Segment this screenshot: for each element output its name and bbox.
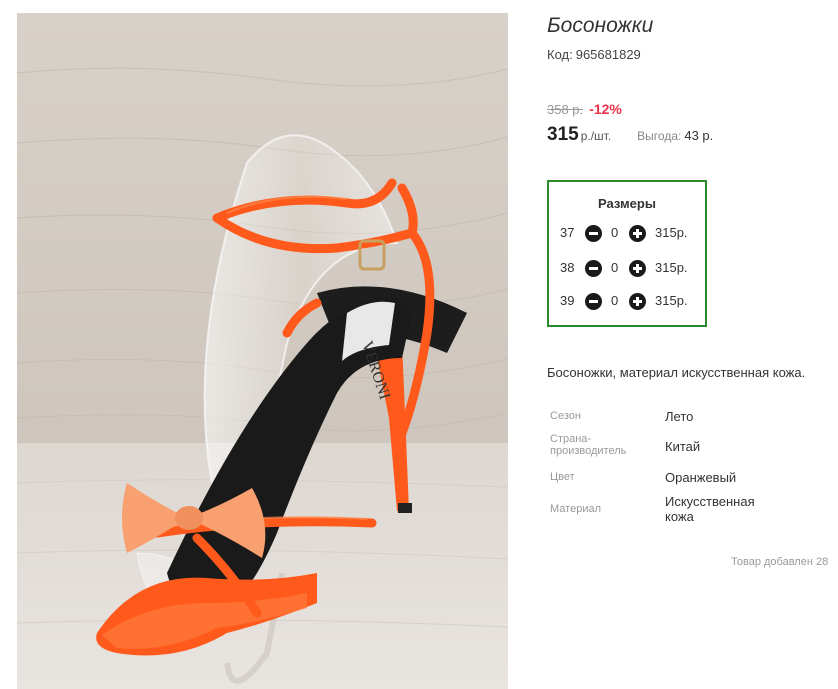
size-label: 37 — [560, 225, 575, 240]
plus-circle-icon[interactable] — [629, 225, 646, 242]
size-label: 38 — [560, 260, 575, 275]
property-label: Страна-производитель — [550, 433, 627, 457]
property-value: Лето — [665, 409, 694, 424]
product-description: Босоножки, материал искусственная кожа. — [547, 365, 806, 380]
product-image[interactable]: VERONI — [17, 13, 508, 689]
product-code-label: Код: — [547, 47, 573, 62]
discount-badge: -12% — [589, 101, 622, 117]
minus-circle-icon[interactable] — [585, 225, 602, 242]
old-price: 358 р. — [547, 102, 584, 117]
current-price: 315 — [547, 124, 579, 145]
size-row-38: 38 0 315р. — [549, 258, 705, 278]
plus-circle-icon[interactable] — [629, 260, 646, 277]
sizes-panel: Размеры 37 0 315р. 38 0 315р. 39 0 315р. — [547, 180, 707, 327]
old-price-row: 358 р. -12% — [547, 101, 622, 117]
minus-circle-icon[interactable] — [585, 293, 602, 310]
benefit-label: Выгода: — [637, 129, 682, 143]
benefit-value: 43 р. — [684, 128, 714, 143]
product-code: Код: 965681829 — [547, 47, 641, 62]
product-title: Босоножки — [547, 14, 654, 37]
size-price: 315р. — [655, 293, 688, 308]
size-price: 315р. — [655, 225, 688, 240]
property-value: Искусственная кожа — [665, 494, 755, 524]
property-value: Китай — [665, 439, 701, 454]
minus-circle-icon[interactable] — [585, 260, 602, 277]
property-label: Цвет — [550, 471, 575, 483]
size-quantity: 0 — [611, 293, 619, 308]
size-label: 39 — [560, 293, 575, 308]
size-quantity: 0 — [611, 260, 619, 275]
product-code-value: 965681829 — [575, 47, 641, 62]
size-price: 315р. — [655, 260, 688, 275]
price-unit: р./шт. — [580, 129, 612, 143]
sizes-title: Размеры — [598, 196, 656, 211]
added-date: Товар добавлен 28 — [731, 556, 829, 568]
size-row-39: 39 0 315р. — [549, 291, 705, 311]
property-label: Материал — [550, 503, 601, 515]
price-row: 315 р./шт. Выгода: 43 р. — [547, 124, 713, 146]
property-value: Оранжевый — [665, 470, 737, 485]
size-quantity: 0 — [611, 225, 619, 240]
plus-circle-icon[interactable] — [629, 293, 646, 310]
size-row-37: 37 0 315р. — [549, 223, 705, 243]
property-label: Сезон — [550, 410, 581, 422]
